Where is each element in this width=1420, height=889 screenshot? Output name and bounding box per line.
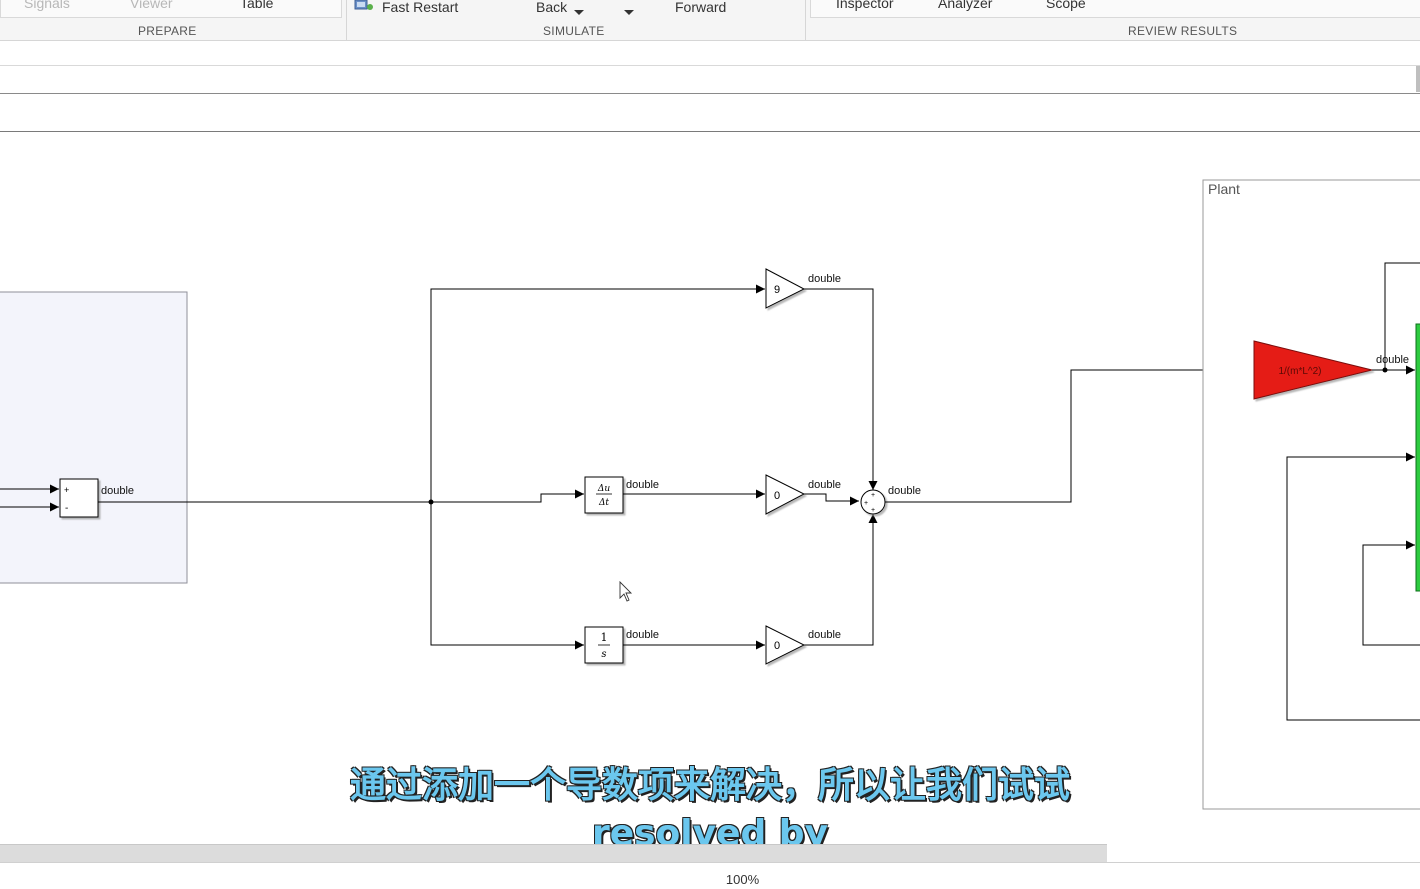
derivative-denominator: Δt bbox=[598, 498, 609, 508]
error-signal-type-label: double bbox=[101, 485, 134, 497]
logic-analyzer-button[interactable]: Analyzer bbox=[938, 0, 992, 11]
ki-signal-type-label: double bbox=[808, 629, 841, 641]
run-dropdown-icon[interactable] bbox=[624, 3, 634, 15]
kp-gain-value: 9 bbox=[774, 284, 780, 296]
mouse-cursor-icon bbox=[619, 580, 633, 602]
step-back-dropdown-icon[interactable] bbox=[574, 3, 584, 15]
pid-sum-top-sign: + bbox=[871, 492, 875, 499]
p-branch-line[interactable] bbox=[430, 284, 765, 502]
pid-output-signal-type-label: double bbox=[888, 485, 921, 497]
i-output-line[interactable] bbox=[804, 514, 878, 646]
zoom-level[interactable]: 100% bbox=[0, 872, 1420, 887]
derivative-numerator: Δu bbox=[597, 484, 610, 494]
step-back-button[interactable]: Back bbox=[536, 0, 567, 15]
toolstrip: Signals Viewer Table PREPARE Fast Restar… bbox=[0, 0, 1420, 41]
ki-gain-value: 0 bbox=[774, 640, 780, 652]
kp-gain-block[interactable] bbox=[765, 268, 806, 309]
plant-subsystem-label: Plant bbox=[1208, 181, 1240, 197]
scope-button[interactable]: Scope bbox=[1046, 0, 1086, 11]
sum-plus-sign: + bbox=[64, 485, 69, 495]
integrator-signal-type-label: double bbox=[626, 629, 659, 641]
prepare-section-label: PREPARE bbox=[138, 24, 197, 38]
pid-sum-bottom-sign: + bbox=[871, 507, 875, 514]
integrator-bus-block[interactable] bbox=[1415, 323, 1420, 592]
sum-minus-sign: - bbox=[65, 503, 68, 514]
review-results-section-label: REVIEW RESULTS bbox=[1128, 24, 1238, 38]
integrator-numerator: 1 bbox=[601, 631, 608, 644]
inertia-gain-expression: 1/(m*L^2) bbox=[1278, 366, 1321, 377]
d-output-line[interactable] bbox=[804, 493, 859, 506]
viewer-button[interactable]: Viewer bbox=[130, 0, 173, 11]
model-canvas[interactable]: + - double 9 double Δu Δt double 0 doubl… bbox=[0, 133, 1420, 843]
fast-restart-icon[interactable] bbox=[354, 0, 374, 10]
i-branch-line[interactable] bbox=[430, 502, 584, 650]
subtitle-chinese: 通过添加一个导数项来解决，所以让我们试试 bbox=[349, 765, 1070, 806]
derivative-signal-type-label: double bbox=[626, 479, 659, 491]
step-forward-button[interactable]: Forward bbox=[675, 0, 726, 15]
section-divider bbox=[805, 0, 806, 40]
controller-subsystem[interactable] bbox=[0, 291, 188, 584]
control-signal-line[interactable] bbox=[885, 365, 1252, 503]
p-output-line[interactable] bbox=[804, 288, 878, 490]
kd-gain-block[interactable] bbox=[765, 474, 806, 515]
status-bar: 100% bbox=[0, 862, 1420, 889]
simulate-section-label: SIMULATE bbox=[543, 24, 605, 38]
horizontal-scrollbar[interactable] bbox=[0, 844, 1107, 862]
plant-subsystem[interactable] bbox=[1202, 179, 1420, 810]
kd-gain-value: 0 bbox=[774, 490, 780, 502]
kd-signal-type-label: double bbox=[808, 479, 841, 491]
integrator-denominator: s bbox=[601, 649, 606, 660]
section-divider bbox=[346, 0, 347, 40]
d-branch-line[interactable] bbox=[431, 489, 584, 503]
data-inspector-button[interactable]: Inspector bbox=[836, 0, 894, 11]
table-button[interactable]: Table bbox=[240, 0, 273, 11]
review-group-box bbox=[810, 0, 1420, 18]
inertia-signal-type-label: double bbox=[1376, 354, 1409, 366]
toolbar-separator bbox=[0, 65, 1420, 66]
kp-signal-type-label: double bbox=[808, 273, 841, 285]
fast-restart-button[interactable]: Fast Restart bbox=[382, 0, 458, 15]
address-bar-top-border bbox=[0, 93, 1420, 94]
signals-button[interactable]: Signals bbox=[24, 0, 70, 11]
canvas-top-border bbox=[0, 131, 1420, 132]
ki-gain-block[interactable] bbox=[765, 625, 806, 665]
pid-sum-left-sign: + bbox=[864, 500, 868, 507]
explorer-bar-handle[interactable] bbox=[1416, 66, 1420, 92]
